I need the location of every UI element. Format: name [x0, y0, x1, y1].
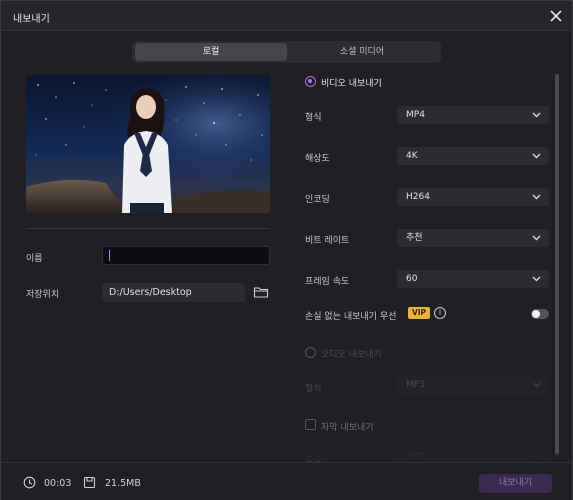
title-bar: 내보내기 — [1, 1, 572, 31]
chevron-down-icon — [532, 235, 541, 241]
encoding-label: 인코딩 — [305, 195, 330, 205]
vip-badge: VIP — [408, 307, 430, 319]
info-icon[interactable]: i — [434, 307, 446, 319]
clock-icon — [23, 476, 36, 489]
lossless-export-toggle[interactable] — [531, 309, 549, 319]
export-target-tabs: 로컬 소셜 미디어 — [132, 41, 441, 63]
format-label: 형식 — [305, 113, 322, 123]
folder-icon[interactable] — [253, 284, 269, 300]
audio-format-value: MP3 — [406, 380, 425, 390]
chevron-down-icon — [532, 112, 541, 118]
bitrate-label: 비트 레이트 — [305, 236, 350, 246]
tab-local[interactable]: 로컬 — [135, 43, 287, 61]
video-export-radio[interactable] — [305, 76, 316, 87]
name-label: 이름 — [26, 254, 43, 264]
chevron-down-icon — [532, 153, 541, 159]
text-caret — [109, 250, 110, 261]
chevron-down-icon — [532, 194, 541, 200]
section-divider — [26, 228, 270, 229]
frame-rate-label: 프레임 속도 — [305, 277, 350, 287]
video-preview-thumbnail — [26, 75, 270, 213]
frame-rate-value: 60 — [406, 274, 418, 284]
footer-bar: 00:03 21.5MB 내보내기 — [1, 462, 572, 500]
tab-social-media[interactable]: 소셜 미디어 — [286, 43, 438, 61]
audio-export-label: 오디오 내보내기 — [321, 350, 382, 360]
format-value: MP4 — [406, 110, 425, 120]
scrollbar-thumb[interactable] — [555, 74, 559, 454]
duration-text: 00:03 — [44, 478, 72, 489]
frame-rate-select[interactable]: 60 — [397, 270, 549, 288]
resolution-label: 해상도 — [305, 154, 330, 164]
subtitle-format-value: SRT — [406, 452, 423, 462]
encoding-value: H264 — [406, 192, 430, 202]
subtitle-export-label: 자막 내보내기 — [321, 423, 374, 433]
video-export-label: 비디오 내보내기 — [321, 79, 382, 89]
close-icon[interactable] — [546, 6, 566, 26]
lossless-export-label: 손실 없는 내보내기 우선 — [305, 312, 397, 322]
encoding-select[interactable]: H264 — [397, 188, 549, 206]
bitrate-select[interactable]: 추천 — [397, 229, 549, 247]
dialog-title: 내보내기 — [13, 14, 50, 25]
file-name-input[interactable] — [102, 246, 270, 265]
resolution-value: 4K — [406, 151, 418, 161]
resolution-select[interactable]: 4K — [397, 147, 549, 165]
chevron-down-icon — [532, 382, 541, 388]
save-location-label: 저장위치 — [26, 290, 60, 300]
chevron-down-icon — [532, 454, 541, 460]
format-select[interactable]: MP4 — [397, 106, 549, 124]
export-dialog: 내보내기 로컬 소셜 미디어 이름 저장위치 D:/Users/Desktop … — [0, 0, 573, 500]
chevron-down-icon — [532, 276, 541, 282]
export-button[interactable]: 내보내기 — [479, 474, 552, 493]
audio-export-radio[interactable] — [305, 347, 316, 358]
scrollbar[interactable] — [555, 74, 559, 456]
bitrate-value: 추천 — [406, 233, 423, 243]
audio-format-label: 형식 — [305, 384, 322, 394]
save-location-input[interactable]: D:/Users/Desktop — [102, 283, 245, 302]
audio-format-select[interactable]: MP3 — [397, 376, 549, 394]
subtitle-export-checkbox[interactable] — [305, 419, 316, 430]
file-size-icon — [83, 476, 96, 489]
file-size-text: 21.5MB — [105, 478, 141, 489]
